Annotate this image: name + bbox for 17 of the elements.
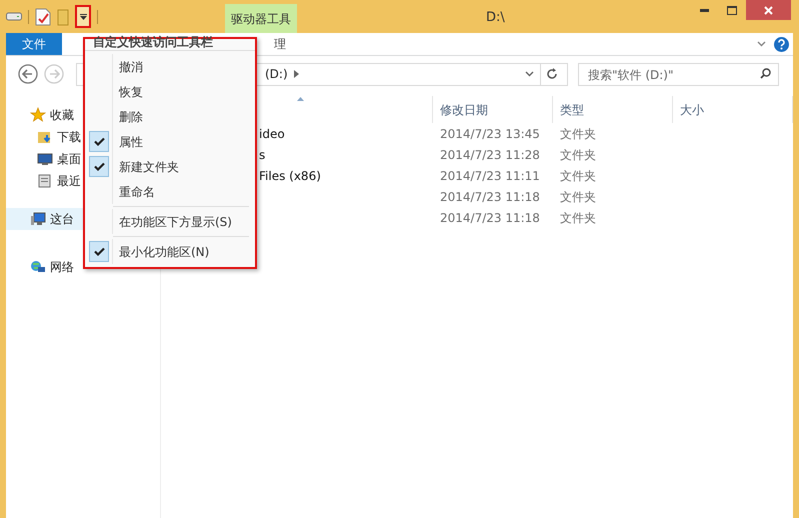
date-cell-text: 2014/7/23 11:18 xyxy=(439,210,541,226)
date-cell-text: 2014/7/23 11:11 xyxy=(439,168,541,184)
file-name: ideo xyxy=(259,126,285,140)
type-cell-text: 文件夹 xyxy=(559,168,597,184)
type-cell-text: 文件夹 xyxy=(559,188,597,206)
type-cell-text: 文件夹 xyxy=(559,126,597,142)
menu-title: 自定义快速访问工具栏 xyxy=(85,35,255,51)
date-cell-text: 2014/7/23 13:45 xyxy=(439,126,541,142)
date-cell-text: 2014/7/23 11:18 xyxy=(439,188,541,206)
file-name: Files (x86) xyxy=(259,168,321,182)
context-tab-header: 驱动器工具 xyxy=(225,4,297,33)
window-title: D:\ xyxy=(486,9,505,27)
date-cell-text: 2014/7/23 11:28 xyxy=(439,146,541,164)
file-name: s xyxy=(259,148,266,162)
type-cell-text: 文件夹 xyxy=(559,146,597,164)
type-cell-text: 文件夹 xyxy=(559,210,597,226)
address-path: (D:) xyxy=(265,66,288,83)
